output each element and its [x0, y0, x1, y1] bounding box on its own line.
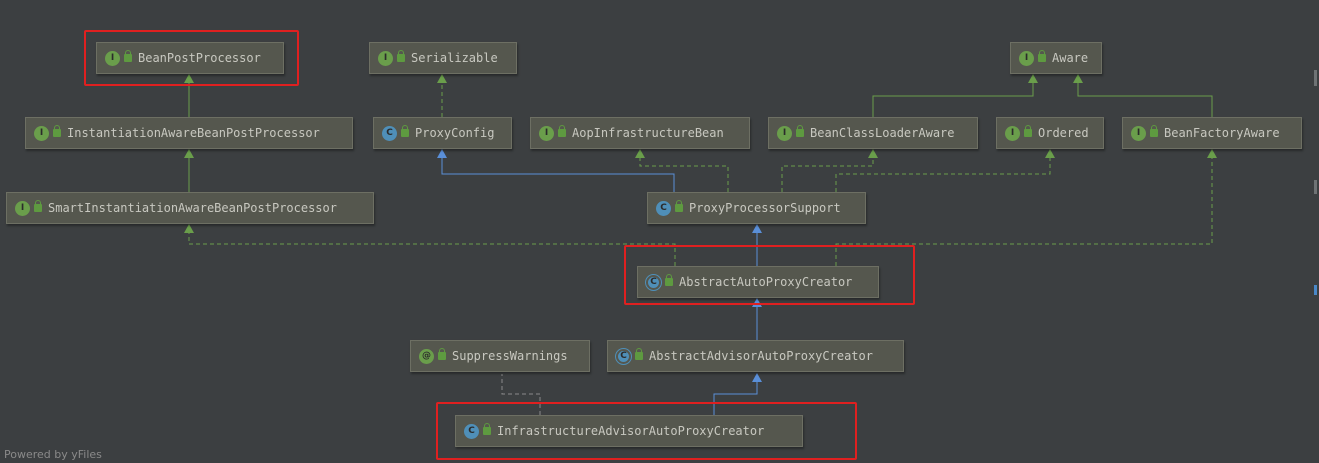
edge-pps-ord [835, 151, 1051, 192]
abstract-class-icon: C [616, 348, 631, 364]
node-label: Serializable [411, 51, 498, 65]
node-abstract-advisor-auto-proxy-creator[interactable]: C AbstractAdvisorAutoProxyCreator [607, 340, 904, 372]
node-bean-factory-aware[interactable]: I BeanFactoryAware [1122, 117, 1302, 149]
node-ordered[interactable]: I Ordered [996, 117, 1104, 149]
highlight-box-abstract-auto-proxy-creator [624, 245, 915, 305]
arrowhead [184, 224, 194, 233]
node-proxy-config[interactable]: C ProxyConfig [373, 117, 512, 149]
arrowhead [752, 373, 762, 382]
interface-icon: I [1005, 125, 1020, 141]
scrollbar-marker[interactable] [1314, 180, 1317, 194]
scrollbar-marker[interactable] [1314, 285, 1317, 295]
lock-icon [438, 348, 446, 360]
yfiles-watermark: Powered by yFiles [4, 448, 102, 461]
lock-icon [635, 348, 643, 360]
node-instantiation-aware-bean-post-processor[interactable]: I InstantiationAwareBeanPostProcessor [25, 117, 353, 149]
lock-icon [1038, 50, 1046, 62]
node-label: ProxyConfig [415, 126, 495, 140]
lock-icon [53, 125, 61, 137]
node-bean-class-loader-aware[interactable]: I BeanClassLoaderAware [768, 117, 978, 149]
arrowhead [184, 149, 194, 158]
node-suppress-warnings[interactable]: @ SuppressWarnings [410, 340, 590, 372]
interface-icon: I [34, 125, 49, 141]
node-label: ProxyProcessorSupport [689, 201, 841, 215]
arrowhead [1073, 74, 1083, 83]
lock-icon [397, 50, 405, 62]
arrowhead [1045, 149, 1055, 158]
node-label: AopInfrastructureBean [572, 126, 724, 140]
lock-icon [675, 200, 683, 212]
arrowhead [437, 149, 447, 158]
interface-icon: I [777, 125, 792, 141]
arrowhead [752, 224, 762, 233]
arrowhead [1028, 74, 1038, 83]
node-label: BeanFactoryAware [1164, 126, 1280, 140]
annotation-icon: @ [419, 348, 434, 364]
node-label: Ordered [1038, 126, 1089, 140]
node-label: AbstractAdvisorAutoProxyCreator [649, 349, 873, 363]
edge-bcla-aware [872, 76, 1034, 117]
node-label: BeanClassLoaderAware [810, 126, 955, 140]
node-aware[interactable]: I Aware [1010, 42, 1102, 74]
class-icon: C [656, 200, 671, 216]
arrowhead [868, 149, 878, 158]
lock-icon [401, 125, 409, 137]
lock-icon [1150, 125, 1158, 137]
node-label: SuppressWarnings [452, 349, 568, 363]
interface-icon: I [1019, 50, 1034, 66]
edge-aapc-siabpp [188, 226, 676, 266]
scrollbar-marker[interactable] [1314, 70, 1317, 86]
highlight-box-bean-post-processor [84, 30, 299, 86]
lock-icon [558, 125, 566, 137]
node-serializable[interactable]: I Serializable [369, 42, 517, 74]
edge-bfa-aware [1077, 76, 1213, 117]
edge-pps-bcla [781, 151, 874, 192]
edge-pps-aib [639, 151, 729, 192]
interface-icon: I [378, 50, 393, 66]
node-label: Aware [1052, 51, 1089, 65]
interface-icon: I [15, 200, 30, 216]
arrowhead [437, 74, 447, 83]
node-proxy-processor-support[interactable]: C ProxyProcessorSupport [647, 192, 866, 224]
interface-icon: I [1131, 125, 1146, 141]
arrowhead [1207, 149, 1217, 158]
arrowhead [635, 149, 645, 158]
lock-icon [796, 125, 804, 137]
class-icon: C [382, 125, 397, 141]
lock-icon [34, 200, 42, 212]
node-aop-infrastructure-bean[interactable]: I AopInfrastructureBean [530, 117, 750, 149]
lock-icon [1024, 125, 1032, 137]
node-label: SmartInstantiationAwareBeanPostProcessor [48, 201, 337, 215]
node-smart-instantiation-aware-bean-post-processor[interactable]: I SmartInstantiationAwareBeanPostProcess… [6, 192, 374, 224]
highlight-box-infrastructure-advisor-auto-proxy-creator [436, 402, 857, 460]
node-label: InstantiationAwareBeanPostProcessor [67, 126, 320, 140]
interface-icon: I [539, 125, 554, 141]
